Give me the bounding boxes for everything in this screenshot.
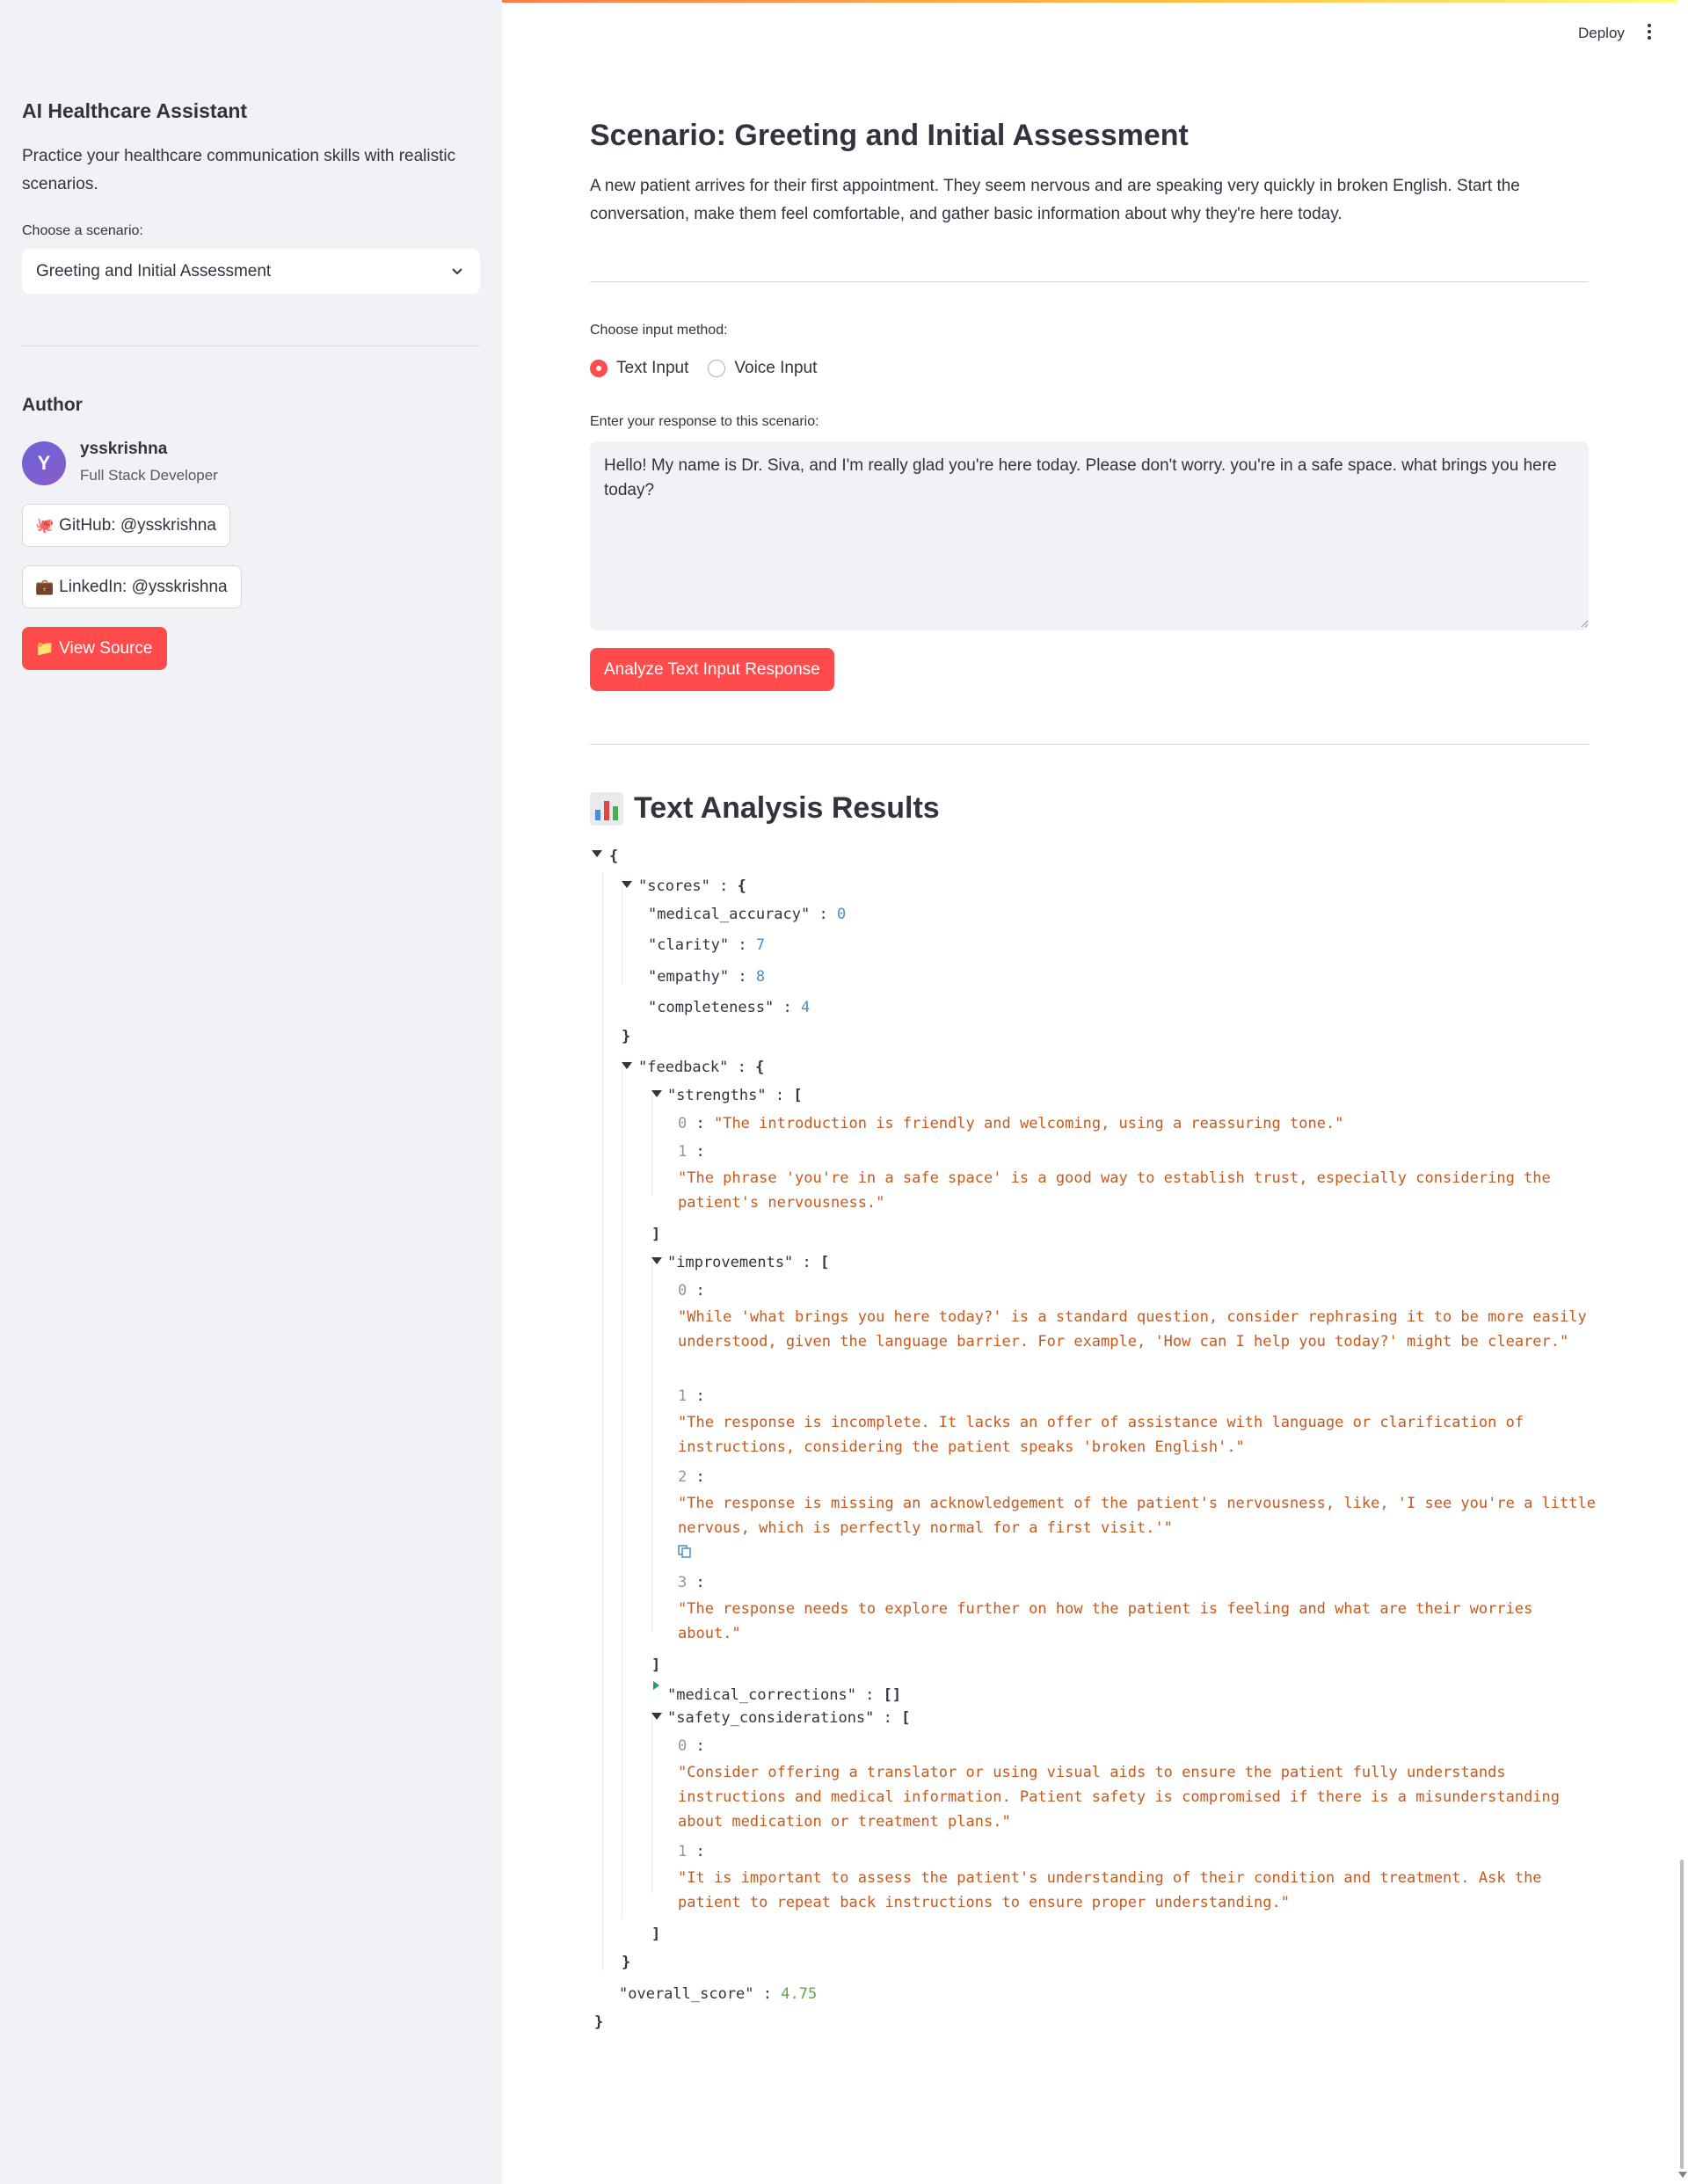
json-safety-close: ] (651, 1926, 661, 1943)
json-improvement-item: "The response needs to explore further o… (678, 1600, 1533, 1642)
completeness-value: 4 (801, 999, 811, 1016)
json-guide (651, 1717, 652, 1893)
expand-medical-corrections-toggle[interactable] (653, 1681, 659, 1690)
collapse-scores-toggle[interactable] (622, 881, 632, 888)
github-button[interactable]: 🐙 GitHub: @ysskrishna (22, 504, 230, 547)
json-strength-item: 0 : "The introduction is friendly and we… (678, 1115, 1344, 1132)
json-guide (651, 1095, 652, 1196)
results-heading: Text Analysis Results (590, 791, 940, 826)
radio-voice-input[interactable] (708, 360, 726, 377)
json-feedback-close: } (622, 1954, 631, 1971)
author-role: Full Stack Developer (80, 467, 218, 484)
analyze-button[interactable]: Analyze Text Input Response (590, 648, 834, 691)
sidebar: AI Healthcare Assistant Practice your he… (0, 0, 502, 2184)
scenario-description: A new patient arrives for their first ap… (590, 177, 1520, 223)
deploy-button[interactable]: Deploy (1578, 25, 1625, 42)
json-score-row: "empathy" : 8 (648, 968, 766, 986)
empathy-value: 8 (755, 968, 766, 986)
scroll-down-arrow-icon[interactable] (1678, 2172, 1687, 2178)
json-root-close: } (594, 2013, 604, 2031)
collapse-safety-toggle[interactable] (651, 1713, 662, 1720)
json-scores-key: "scores" : { (638, 877, 746, 895)
json-medical-corrections-key: "medical_corrections" : [] (667, 1686, 902, 1704)
scenario-select-label: Choose a scenario: (22, 223, 143, 238)
json-score-row: "medical_accuracy" : 0 (648, 906, 847, 923)
more-menu-icon[interactable] (1646, 23, 1653, 42)
json-improvements-key: "improvements" : [ (667, 1254, 830, 1271)
json-index: 0 : (678, 1282, 705, 1299)
main-divider-1 (590, 281, 1589, 282)
json-index: 1 : (678, 1843, 705, 1860)
json-score-row: "clarity" : 7 (648, 936, 766, 954)
collapse-improvements-toggle[interactable] (651, 1257, 662, 1264)
json-index: 1 : (678, 1387, 705, 1405)
avatar: Y (22, 441, 66, 485)
json-safety-key: "safety_considerations" : [ (667, 1709, 911, 1727)
json-improvements-close: ] (651, 1656, 661, 1674)
folder-icon: 📁 (35, 639, 55, 657)
briefcase-icon: 💼 (35, 578, 55, 595)
view-source-button[interactable]: 📁 View Source (22, 627, 167, 670)
author-heading: Author (22, 395, 83, 415)
json-index: 1 : (678, 1143, 705, 1161)
app-title: AI Healthcare Assistant (22, 99, 248, 122)
chevron-down-icon (452, 268, 462, 275)
github-button-label: GitHub: @ysskrishna (59, 515, 216, 535)
json-index: 0 : (678, 1737, 705, 1755)
page-scrollbar[interactable] (1677, 0, 1688, 2184)
json-guide (651, 1262, 652, 1631)
main-divider-2 (590, 744, 1589, 745)
json-index: 3 : (678, 1574, 705, 1591)
json-improvement-item: "The response is incomplete. It lacks an… (678, 1414, 1524, 1456)
response-label: Enter your response to this scenario: (590, 414, 819, 429)
resize-grip-icon[interactable] (1581, 620, 1589, 628)
scenario-select[interactable]: Greeting and Initial Assessment (22, 249, 480, 294)
json-feedback-key: "feedback" : { (638, 1059, 765, 1076)
json-overall-score: "overall_score" : 4.75 (619, 1985, 818, 2003)
input-method-radio-group: Text Input Voice Input (590, 359, 836, 378)
bar-chart-icon (590, 791, 623, 826)
collapse-feedback-toggle[interactable] (622, 1062, 632, 1069)
scenario-select-value: Greeting and Initial Assessment (36, 261, 272, 280)
json-scores-close: } (622, 1028, 631, 1045)
clarity-value: 7 (755, 936, 766, 954)
copy-icon[interactable] (678, 1545, 691, 1558)
scrollbar-thumb[interactable] (1680, 1860, 1684, 2169)
author-name: ysskrishna (80, 440, 168, 458)
response-textarea[interactable]: Hello! My name is Dr. Siva, and I'm real… (590, 441, 1589, 630)
json-strengths-close: ] (651, 1226, 661, 1243)
input-method-label: Choose input method: (590, 323, 728, 338)
json-safety-item: "It is important to assess the patient's… (678, 1869, 1542, 1911)
json-strength-item: "The phrase 'you're in a safe space' is … (678, 1169, 1551, 1212)
linkedin-button[interactable]: 💼 LinkedIn: @ysskrishna (22, 565, 242, 608)
collapse-root-toggle[interactable] (592, 850, 602, 857)
octopus-icon: 🐙 (35, 516, 55, 534)
app-description: Practice your healthcare communication s… (22, 147, 456, 193)
overall-score-value: 4.75 (781, 1985, 818, 2003)
json-root-open: { (609, 848, 619, 865)
results-title: Text Analysis Results (634, 791, 940, 825)
medical-accuracy-value: 0 (836, 906, 847, 923)
linkedin-button-label: LinkedIn: @ysskrishna (59, 577, 228, 596)
json-strengths-key: "strengths" : [ (667, 1087, 803, 1104)
json-safety-item: "Consider offering a translator or using… (678, 1764, 1561, 1831)
view-source-label: View Source (59, 638, 153, 658)
collapse-strengths-toggle[interactable] (651, 1090, 662, 1097)
json-index: 2 : (678, 1468, 705, 1486)
json-improvement-item: "While 'what brings you here today?' is … (678, 1308, 1587, 1350)
radio-voice-input-label[interactable]: Voice Input (734, 359, 817, 378)
radio-text-input-label[interactable]: Text Input (616, 359, 688, 378)
scenario-title: Scenario: Greeting and Initial Assessmen… (590, 119, 1189, 152)
json-score-row: "completeness" : 4 (648, 999, 811, 1016)
radio-text-input[interactable] (590, 360, 608, 377)
json-improvement-item: "The response is missing an acknowledgem… (678, 1495, 1596, 1537)
json-guide (602, 872, 603, 1971)
